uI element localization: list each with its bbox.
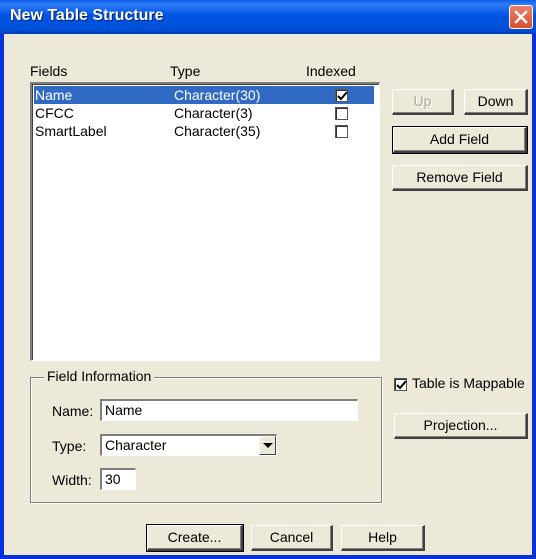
- close-icon: [514, 10, 528, 24]
- field-information-title: Field Information: [44, 368, 155, 384]
- indexed-checkbox-smartlabel[interactable]: [335, 125, 348, 138]
- type-select-value: Character: [105, 437, 167, 453]
- width-label: Width:: [52, 472, 92, 488]
- field-row-name[interactable]: Name Character(30): [34, 86, 374, 104]
- type-dropdown-button[interactable]: [259, 436, 276, 455]
- table-mappable-checkbox[interactable]: [394, 378, 407, 391]
- type-column-header: Type: [170, 63, 201, 79]
- field-name-cell: SmartLabel: [35, 123, 107, 139]
- fields-column-header: Fields: [30, 63, 68, 79]
- title-bar: New Table Structure: [0, 0, 536, 34]
- window-title: New Table Structure: [10, 7, 164, 24]
- chevron-down-icon: [263, 443, 273, 448]
- create-button[interactable]: Create...: [146, 524, 244, 552]
- name-label: Name:: [52, 403, 94, 419]
- field-type-cell: Character(35): [174, 123, 261, 139]
- indexed-checkbox-cfcc[interactable]: [335, 107, 348, 120]
- add-field-button[interactable]: Add Field: [392, 126, 528, 154]
- cancel-button[interactable]: Cancel: [251, 525, 333, 551]
- table-mappable-label: Table is Mappable: [412, 375, 525, 391]
- type-select[interactable]: Character: [100, 434, 277, 456]
- down-button[interactable]: Down: [464, 89, 528, 115]
- close-button[interactable]: [509, 5, 533, 29]
- checkmark-icon: [337, 91, 348, 101]
- field-name-cell: Name: [35, 87, 73, 103]
- type-label: Type:: [52, 438, 87, 454]
- dialog-window: New Table Structure Fields Type Indexed …: [0, 0, 536, 559]
- indexed-column-header: Indexed: [306, 63, 356, 79]
- field-name-cell: CFCC: [35, 105, 74, 121]
- up-button[interactable]: Up: [392, 89, 454, 115]
- indexed-checkbox-name[interactable]: [335, 89, 348, 102]
- field-type-cell: Character(30): [174, 87, 261, 103]
- name-input[interactable]: Name: [100, 399, 358, 421]
- width-input[interactable]: 30: [100, 468, 136, 490]
- field-type-cell: Character(3): [174, 105, 253, 121]
- help-button[interactable]: Help: [341, 525, 425, 551]
- remove-field-button[interactable]: Remove Field: [392, 165, 528, 191]
- checkmark-icon: [396, 380, 407, 390]
- field-row-smartlabel[interactable]: SmartLabel Character(35): [34, 122, 374, 140]
- field-row-cfcc[interactable]: CFCC Character(3): [34, 104, 374, 122]
- fields-list[interactable]: Name Character(30) CFCC Character(3) Sma…: [30, 82, 380, 361]
- projection-button[interactable]: Projection...: [394, 413, 528, 439]
